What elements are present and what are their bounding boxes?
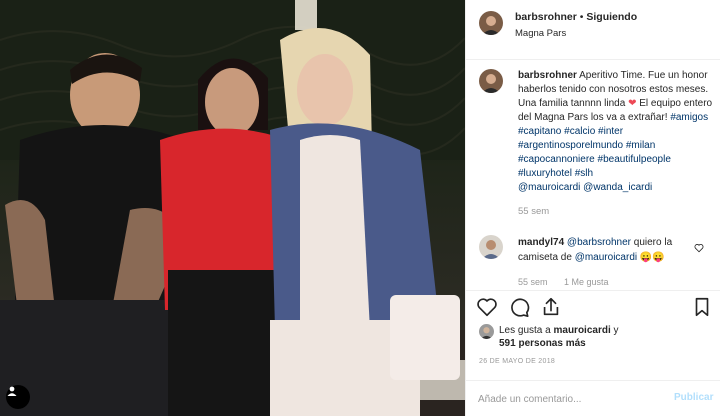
comment-emoji: 😛😛 bbox=[637, 252, 665, 263]
post-photo[interactable] bbox=[0, 0, 465, 416]
share-icon[interactable] bbox=[540, 296, 562, 318]
post-date[interactable]: 26 de mayo de 2018 bbox=[479, 358, 555, 365]
likes-user[interactable]: mauroicardi bbox=[553, 325, 610, 336]
comment-mention-2[interactable]: @mauroicardi bbox=[575, 252, 637, 263]
likes-suffix: y bbox=[610, 325, 619, 336]
post-location[interactable]: Magna Pars bbox=[515, 28, 566, 39]
author-username[interactable]: barbsrohner bbox=[515, 11, 577, 23]
caption-username[interactable]: barbsrohner bbox=[518, 70, 577, 81]
comment-meta: 55 sem 1 Me gusta bbox=[518, 277, 623, 287]
likes-prefix: Les gusta a bbox=[499, 325, 554, 336]
author-avatar[interactable] bbox=[479, 11, 503, 35]
comment-username[interactable]: mandyl74 bbox=[518, 237, 564, 248]
follow-status-button[interactable]: Siguiendo bbox=[586, 11, 637, 23]
likes-summary: Les gusta a mauroicardi y bbox=[499, 324, 619, 338]
comment-timestamp[interactable]: 55 sem bbox=[518, 277, 548, 287]
comments-list[interactable]: barbsrohner Aperitivo Time. Fue un honor… bbox=[466, 60, 720, 290]
post-header: barbsrohner • Siguiendo Magna Pars bbox=[466, 0, 720, 60]
comment-item: mandyl74 @barbsrohner quiero la camiseta… bbox=[518, 235, 688, 265]
likes-others[interactable]: 591 personas más bbox=[499, 338, 586, 349]
publish-button[interactable]: Publicar bbox=[674, 392, 713, 403]
heart-icon[interactable] bbox=[476, 296, 498, 318]
caption-mentions[interactable]: @mauroicardi @wanda_icardi bbox=[518, 182, 652, 193]
caption-timestamp[interactable]: 55 sem bbox=[518, 206, 549, 217]
comment-like-icon[interactable] bbox=[694, 243, 704, 256]
bookmark-icon[interactable] bbox=[691, 296, 713, 318]
add-comment-bar: Publicar bbox=[466, 380, 720, 416]
comment-mention[interactable]: @barbsrohner bbox=[567, 237, 631, 248]
comment-icon[interactable] bbox=[508, 296, 530, 318]
header-separator: • bbox=[579, 11, 584, 23]
commenter-avatar[interactable] bbox=[479, 235, 503, 259]
comment-input[interactable] bbox=[478, 389, 658, 409]
post-caption: barbsrohner Aperitivo Time. Fue un honor… bbox=[518, 69, 713, 195]
tagged-users-icon[interactable] bbox=[6, 385, 30, 409]
photo-scene bbox=[0, 0, 465, 416]
comment-like-count[interactable]: 1 Me gusta bbox=[564, 277, 609, 287]
post-side-panel: barbsrohner • Siguiendo Magna Pars barbs… bbox=[465, 0, 720, 416]
caption-author-avatar[interactable] bbox=[479, 69, 503, 93]
liker-avatar[interactable] bbox=[479, 324, 494, 339]
